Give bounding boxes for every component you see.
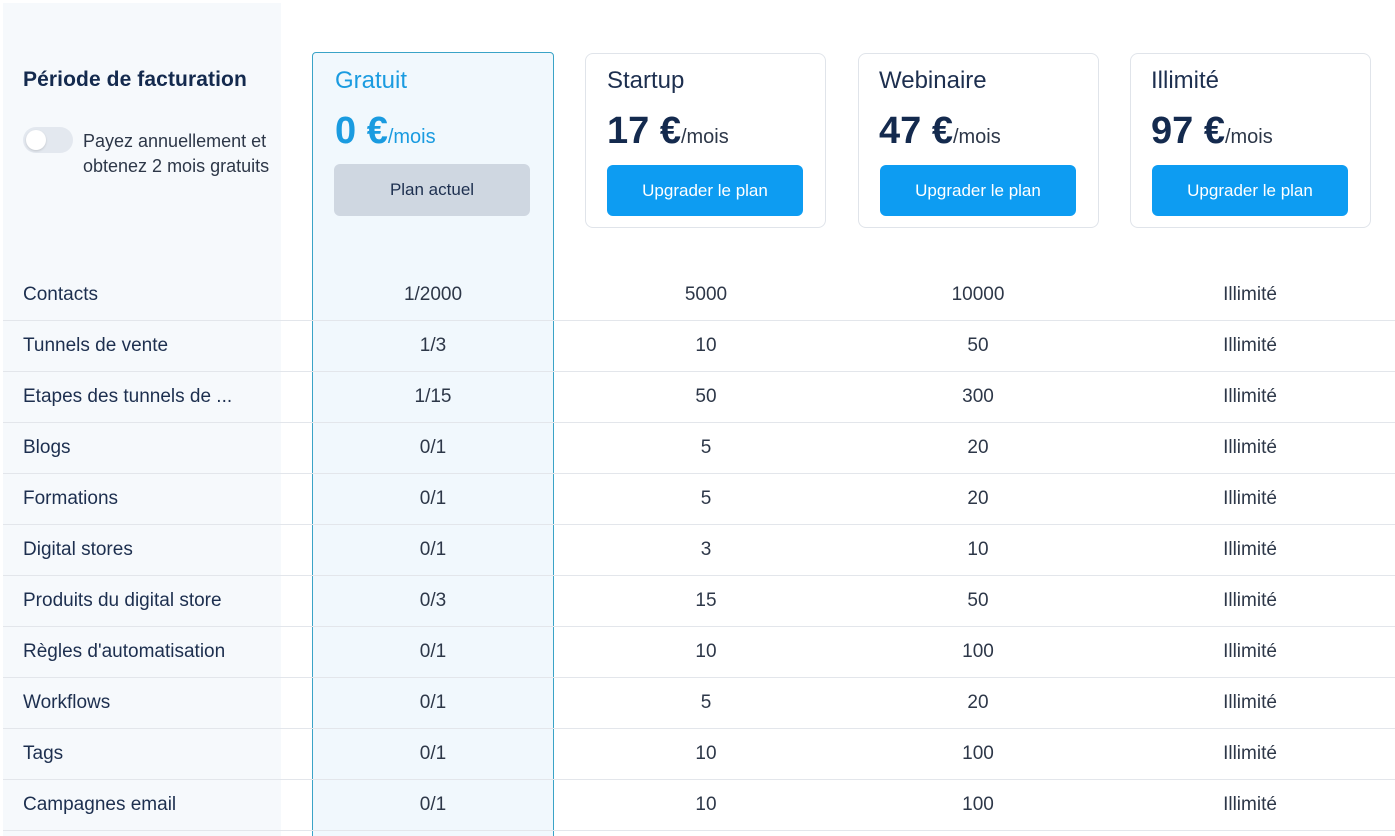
feature-value-startup: 5 [700, 437, 712, 458]
plan-price-illimite: 97 €/mois [1151, 110, 1273, 153]
plan-name-gratuit: Gratuit [335, 67, 408, 94]
feature-value-webinaire: 100 [962, 743, 994, 764]
current-plan-button[interactable]: Plan actuel [334, 164, 530, 216]
feature-value-illimite: Illimité [1223, 794, 1277, 815]
feature-value-gratuit: 1/3 [419, 335, 447, 356]
upgrade-webinaire-button[interactable]: Upgrader le plan [880, 165, 1076, 216]
annual-billing-label: Payez annuellement et obtenez 2 mois gra… [83, 131, 270, 176]
upgrade-startup-button[interactable]: Upgrader le plan [607, 165, 803, 216]
feature-value-illimite: Illimité [1223, 641, 1277, 662]
row-divider [3, 830, 1395, 831]
price-amount: 0 € [335, 110, 388, 152]
price-amount: 17 € [607, 110, 681, 152]
feature-value-illimite: Illimité [1223, 488, 1277, 509]
feature-label: Tags [23, 743, 64, 764]
price-period: /mois [680, 126, 729, 148]
price-amount: 47 € [879, 110, 953, 152]
feature-value-gratuit: 0/1 [419, 437, 447, 458]
feature-value-illimite: Illimité [1223, 692, 1277, 713]
feature-value-illimite: Illimité [1223, 743, 1277, 764]
feature-value-startup: 5000 [684, 284, 728, 305]
feature-value-webinaire: 20 [967, 437, 989, 458]
feature-value-webinaire: 100 [962, 641, 994, 662]
feature-label: Produits du digital store [23, 590, 222, 611]
feature-row: Tags 0/1 10 100 Illimité [3, 729, 1395, 780]
feature-value-gratuit: 0/1 [419, 641, 447, 662]
feature-value-startup: 50 [695, 386, 717, 407]
feature-value-illimite: Illimité [1223, 335, 1277, 356]
feature-row: Blogs 0/1 5 20 Illimité [3, 423, 1395, 474]
plan-price-gratuit: 0 €/mois [335, 110, 436, 153]
plan-price-startup: 17 €/mois [607, 110, 729, 153]
pricing-page: Période de facturation Payez annuellemen… [0, 0, 1395, 836]
feature-label: Formations [23, 488, 119, 509]
feature-value-startup: 5 [700, 488, 712, 509]
price-period: /mois [387, 126, 436, 148]
price-period: /mois [952, 126, 1001, 148]
feature-value-illimite: Illimité [1223, 284, 1277, 305]
plan-price-webinaire: 47 €/mois [879, 110, 1001, 153]
feature-row: Campagnes email 0/1 10 100 Illimité [3, 780, 1395, 831]
feature-value-startup: 10 [695, 743, 717, 764]
feature-value-startup: 10 [695, 641, 717, 662]
feature-value-webinaire: 20 [967, 692, 989, 713]
feature-value-illimite: Illimité [1223, 539, 1277, 560]
annual-billing-toggle[interactable] [23, 127, 73, 153]
plan-name-startup: Startup [607, 67, 685, 94]
feature-label: Digital stores [23, 539, 133, 560]
feature-value-gratuit: 0/1 [419, 794, 447, 815]
price-amount: 97 € [1151, 110, 1225, 152]
feature-value-startup: 15 [695, 590, 717, 611]
feature-label: Règles d'automatisation [23, 641, 226, 662]
feature-value-gratuit: 0/1 [419, 692, 447, 713]
feature-row: Workflows 0/1 5 20 Illimité [3, 678, 1395, 729]
feature-value-startup: 10 [695, 794, 717, 815]
feature-value-webinaire: 100 [962, 794, 994, 815]
feature-value-gratuit: 0/1 [419, 743, 447, 764]
feature-label: Campagnes email [23, 794, 177, 815]
feature-value-gratuit: 0/1 [419, 488, 447, 509]
feature-row: Contacts 1/2000 5000 10000 Illimité [3, 270, 1395, 321]
feature-value-webinaire: 50 [967, 335, 989, 356]
feature-value-gratuit: 1/15 [414, 386, 452, 407]
feature-label: Workflows [23, 692, 111, 713]
feature-value-gratuit: 1/2000 [403, 284, 463, 305]
toggle-knob [26, 130, 46, 150]
feature-value-illimite: Illimité [1223, 590, 1277, 611]
feature-row: Formations 0/1 5 20 Illimité [3, 474, 1395, 525]
feature-value-webinaire: 300 [962, 386, 994, 407]
plan-name-webinaire: Webinaire [879, 67, 987, 94]
feature-value-startup: 10 [695, 335, 717, 356]
feature-value-startup: 5 [700, 692, 712, 713]
feature-label: Tunnels de vente [23, 335, 169, 356]
price-period: /mois [1224, 126, 1273, 148]
upgrade-illimite-button[interactable]: Upgrader le plan [1152, 165, 1348, 216]
feature-row: Règles d'automatisation 0/1 10 100 Illim… [3, 627, 1395, 678]
feature-row: Digital stores 0/1 3 10 Illimité [3, 525, 1395, 576]
feature-row: Etapes des tunnels de ... 1/15 50 300 Il… [3, 372, 1395, 423]
feature-value-gratuit: 0/1 [419, 539, 447, 560]
feature-value-illimite: Illimité [1223, 386, 1277, 407]
feature-value-illimite: Illimité [1223, 437, 1277, 458]
feature-value-gratuit: 0/3 [419, 590, 447, 611]
billing-period-title: Période de facturation [23, 68, 247, 91]
feature-value-webinaire: 10000 [951, 284, 1005, 305]
plan-name-illimite: Illimité [1151, 67, 1220, 94]
feature-label: Etapes des tunnels de ... [23, 386, 233, 407]
feature-value-webinaire: 10 [967, 539, 989, 560]
feature-value-webinaire: 20 [967, 488, 989, 509]
feature-value-startup: 3 [700, 539, 712, 560]
feature-value-webinaire: 50 [967, 590, 989, 611]
feature-label: Blogs [23, 437, 71, 458]
feature-label: Contacts [23, 284, 98, 305]
feature-row: Produits du digital store 0/3 15 50 Illi… [3, 576, 1395, 627]
feature-row: Tunnels de vente 1/3 10 50 Illimité [3, 321, 1395, 372]
